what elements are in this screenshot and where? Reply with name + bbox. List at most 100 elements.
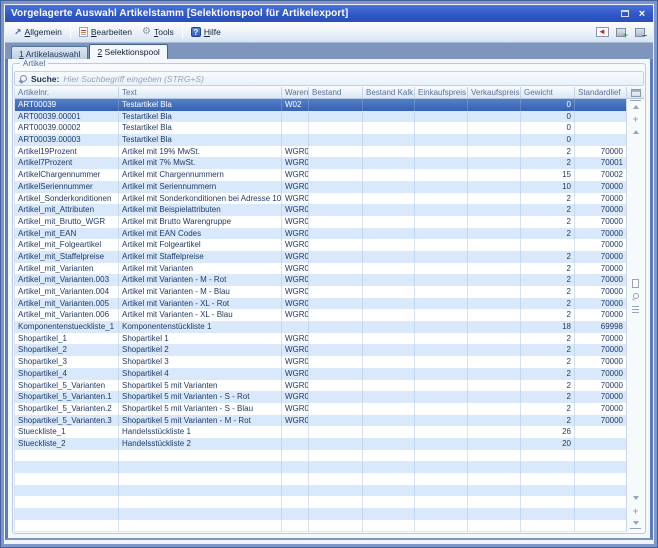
grid-cell [363, 99, 415, 111]
grid-cell [119, 520, 282, 532]
grid-row[interactable] [15, 520, 626, 532]
grid-row[interactable]: Artikel_mit_Varianten.005Artikel mit Var… [15, 298, 626, 310]
grid-cell [309, 251, 363, 263]
grid-row[interactable]: Artikel_mit_AttributenArtikel mit Beispi… [15, 204, 626, 216]
search-marker-icon[interactable] [630, 291, 641, 302]
grid-row[interactable]: Shopartikel_1Shopartikel 1WGR01270000 [15, 333, 626, 345]
grid-cell [309, 508, 363, 520]
remove-article-button[interactable]: – [631, 24, 649, 40]
grid-cell: ART00039.00003 [15, 134, 119, 146]
grid-row[interactable]: Shopartikel_3Shopartikel 3WGR01270000 [15, 356, 626, 368]
grid-row[interactable]: Stueckliste_1Handelsstückliste 126 [15, 426, 626, 438]
grid-row[interactable]: Artikel_mit_FolgeartikelArtikel mit Folg… [15, 239, 626, 251]
menu-allgemein[interactable]: ↗ Allgemein [9, 25, 67, 39]
grid-header-cell[interactable]: Bestand [309, 87, 363, 98]
grid-cell [468, 391, 521, 403]
grid-row[interactable]: Artikel7ProzentArtikel mit 7% MwSt.WGR02… [15, 157, 626, 169]
grid-row[interactable] [15, 461, 626, 473]
grid-cell [468, 286, 521, 298]
grid-cell: 2 [521, 380, 575, 392]
grid-row[interactable]: ART00039.00003Testartikel Bla0 [15, 134, 626, 146]
grid-cell: 2 [521, 309, 575, 321]
grid-header-cell[interactable]: Gewicht [521, 87, 575, 98]
add-article-button[interactable]: + [612, 24, 630, 40]
menu-bearbeiten[interactable]: Bearbeiten [74, 25, 137, 39]
menu-hilfe[interactable]: ? Hilfe [186, 25, 226, 39]
tab-artikelauswahl[interactable]: 1 Artikelauswahl [11, 46, 88, 59]
grid-cell: 70000 [575, 204, 626, 216]
grid-cell: 2 [521, 274, 575, 286]
grid-row[interactable]: Komponentenstueckliste_1Komponentenstück… [15, 321, 626, 333]
grid-row[interactable]: Shopartikel_4Shopartikel 4WGR01270000 [15, 368, 626, 380]
grid-row[interactable]: Shopartikel_5_VariantenShopartikel 5 mit… [15, 380, 626, 392]
grid-row[interactable]: Artikel_mit_Varianten.003Artikel mit Var… [15, 274, 626, 286]
grid-cell [575, 134, 626, 146]
grid-row[interactable]: Stueckliste_2Handelsstückliste 220 [15, 438, 626, 450]
grid-header-cell[interactable]: Standardlief [575, 87, 626, 98]
grid-cell [415, 157, 468, 169]
list-marker-icon[interactable] [630, 304, 641, 315]
grid-row[interactable]: Artikel19ProzentArtikel mit 19% MwSt.WGR… [15, 146, 626, 158]
grid-cell [363, 228, 415, 240]
grid-cell: WGR02 [282, 157, 309, 169]
grid-row[interactable]: Artikel_mit_Brutto_WGRArtikel mit Brutto… [15, 216, 626, 228]
grid-row[interactable] [15, 531, 626, 532]
grid-cell [521, 461, 575, 473]
grid-scroll-strip[interactable]: + + [626, 87, 644, 532]
grid-header-cell[interactable]: Einkaufspreis [415, 87, 468, 98]
grid-cell [521, 239, 575, 251]
close-button[interactable]: × [635, 8, 649, 20]
grid-row[interactable]: Artikel_SonderkonditionenArtikel mit Son… [15, 193, 626, 205]
grid-cell [363, 157, 415, 169]
grid-row[interactable] [15, 473, 626, 485]
grid-row[interactable]: Artikel_mit_Varianten.004Artikel mit Var… [15, 286, 626, 298]
page-marker-icon[interactable] [630, 278, 641, 289]
grid-cell: Artikel mit Varianten - M - Blau [119, 286, 282, 298]
grid-cell: Shopartikel_5_Varianten [15, 380, 119, 392]
restore-icon [621, 10, 629, 17]
grid-row[interactable]: Shopartikel_5_Varianten.1Shopartikel 5 m… [15, 391, 626, 403]
grid-row[interactable]: ART00039.00001Testartikel Bla0 [15, 111, 626, 123]
menu-tools[interactable]: ⚙ Tools [137, 25, 179, 39]
grid-header-cell[interactable]: Artikelnr. [15, 87, 119, 98]
grid-row[interactable]: ART00039.00002Testartikel Bla0 [15, 122, 626, 134]
scroll-down-icon[interactable] [630, 492, 641, 503]
grid-cell: 70000 [575, 286, 626, 298]
search-bar[interactable]: Suche: [14, 71, 644, 86]
export-selection-button[interactable]: ◄ [593, 24, 611, 40]
grid-row[interactable]: ART00039Testartikel BlaW020 [15, 99, 626, 111]
grid-header-cell[interactable]: Verkaufspreis [468, 87, 521, 98]
grid-row[interactable] [15, 508, 626, 520]
scroll-add-bottom-icon[interactable]: + [630, 505, 641, 516]
grid-cell [415, 169, 468, 181]
scroll-to-bottom-icon[interactable] [630, 518, 641, 529]
grid-header-cell[interactable]: Wareng [282, 87, 309, 98]
grid-row[interactable]: Artikel_mit_StaffelpreiseArtikel mit Sta… [15, 251, 626, 263]
grid-cell [575, 531, 626, 532]
scroll-add-marker-icon[interactable]: + [630, 113, 641, 124]
restore-button[interactable] [618, 8, 632, 20]
title-bar[interactable]: Vorgelagerte Auswahl Artikelstamm [Selek… [5, 5, 653, 22]
grid-cell: Komponentenstückliste 1 [119, 321, 282, 333]
grid-cell: Shopartikel 4 [119, 368, 282, 380]
grid-row[interactable]: ArtikelChargennummerArtikel mit Chargenn… [15, 169, 626, 181]
column-chooser-button[interactable] [627, 87, 644, 99]
grid-row[interactable]: ArtikelSeriennummerArtikel mit Seriennum… [15, 181, 626, 193]
grid-header-cell[interactable]: Text [119, 87, 282, 98]
grid-row[interactable] [15, 496, 626, 508]
grid-cell: 70000 [575, 298, 626, 310]
grid-row[interactable]: Artikel_mit_Varianten.006Artikel mit Var… [15, 309, 626, 321]
scroll-to-top-icon[interactable] [630, 100, 641, 111]
grid-row[interactable] [15, 485, 626, 497]
scroll-up-icon[interactable] [630, 126, 641, 137]
grid-header-cell[interactable]: Bestand Kalk. [363, 87, 415, 98]
grid-row[interactable]: Shopartikel_5_Varianten.2Shopartikel 5 m… [15, 403, 626, 415]
grid-row[interactable] [15, 450, 626, 462]
grid-cell [575, 485, 626, 497]
grid-row[interactable]: Shopartikel_2Shopartikel 2WGR01270000 [15, 344, 626, 356]
grid-row[interactable]: Artikel_mit_EANArtikel mit EAN CodesWGR0… [15, 228, 626, 240]
search-input[interactable] [63, 73, 639, 85]
grid-row[interactable]: Shopartikel_5_Varianten.3Shopartikel 5 m… [15, 415, 626, 427]
tab-selektionspool[interactable]: 2 Selektionspool [89, 44, 167, 59]
grid-row[interactable]: Artikel_mit_VariantenArtikel mit Variant… [15, 263, 626, 275]
